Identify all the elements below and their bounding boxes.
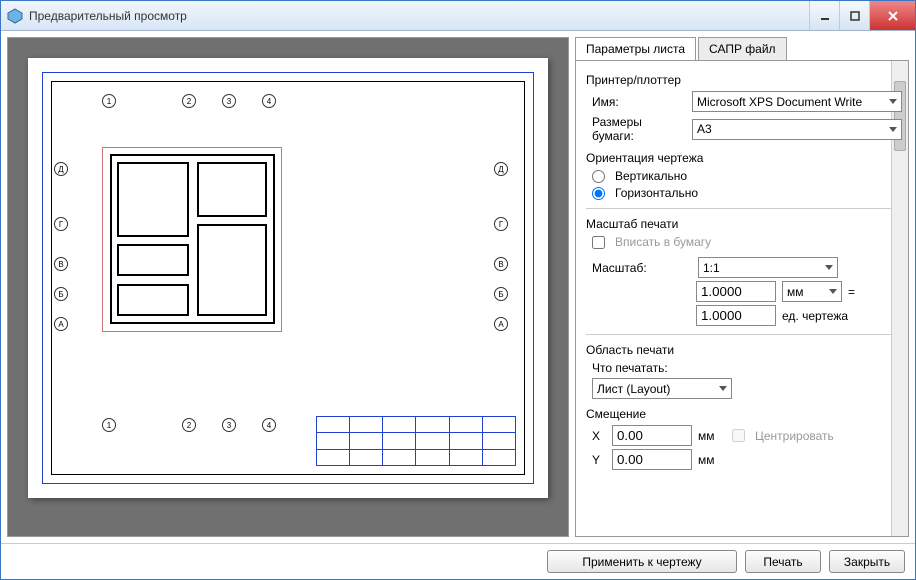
orientation-vertical-radio[interactable] [592,170,605,183]
fit-to-paper-label: Вписать в бумагу [615,235,711,249]
grid-marker: А [494,317,508,331]
bottom-bar: Применить к чертежу Печать Закрыть [1,543,915,579]
grid-marker: 4 [262,418,276,432]
orientation-section-label: Ориентация чертежа [586,151,902,165]
scale-section-label: Масштаб печати [586,217,902,231]
offset-section-label: Смещение [586,407,902,421]
grid-marker: 2 [182,94,196,108]
grid-marker: Б [494,287,508,301]
side-panel: Параметры листа САПР файл Принтер/плотте… [575,37,909,537]
tab-capr-file[interactable]: САПР файл [698,37,787,60]
window-controls [809,1,915,30]
title-block [316,416,516,466]
apply-button[interactable]: Применить к чертежу [547,550,737,573]
scale-denominator-input[interactable] [696,305,776,326]
close-button[interactable] [869,1,915,30]
paper-size-combo[interactable]: A3 [692,119,902,140]
grid-marker: Б [54,287,68,301]
print-preview-window: Предварительный просмотр 1 2 3 4 [0,0,916,580]
maximize-button[interactable] [839,1,869,30]
tabs: Параметры листа САПР файл [575,37,909,61]
offset-y-input[interactable] [612,449,692,470]
titlebar[interactable]: Предварительный просмотр [1,1,915,31]
scale-combo[interactable]: 1:1 [698,257,838,278]
offset-x-unit: мм [698,429,726,443]
printer-section-label: Принтер/плоттер [586,73,902,87]
grid-marker: Г [494,217,508,231]
offset-y-unit: мм [698,453,726,467]
drawing: 1 2 3 4 1 2 3 4 Д Г В [72,102,504,414]
close-dialog-button[interactable]: Закрыть [829,550,905,573]
grid-marker: В [494,257,508,271]
paper-preview: 1 2 3 4 1 2 3 4 Д Г В [28,58,548,498]
content-area: 1 2 3 4 1 2 3 4 Д Г В [1,31,915,543]
minimize-button[interactable] [809,1,839,30]
grid-marker: 3 [222,418,236,432]
what-to-plot-combo[interactable]: Лист (Layout) [592,378,732,399]
center-checkbox [732,429,745,442]
print-button[interactable]: Печать [745,550,821,573]
printer-name-combo[interactable]: Microsoft XPS Document Write [692,91,902,112]
orientation-horizontal-label: Горизонтально [615,186,698,200]
tab-sheet-params[interactable]: Параметры листа [575,37,696,60]
grid-marker: 1 [102,418,116,432]
drawing-units-label: ед. чертежа [782,309,852,323]
grid-marker: 4 [262,94,276,108]
scale-numerator-input[interactable] [696,281,776,302]
grid-marker: Д [494,162,508,176]
printer-name-label: Имя: [592,95,686,109]
equals-label: = [848,285,855,299]
separator [586,208,902,209]
grid-marker: Г [54,217,68,231]
app-icon [7,8,23,24]
paper-size-label: Размеры бумаги: [592,115,686,143]
window-title: Предварительный просмотр [29,9,809,23]
separator [586,334,902,335]
center-label: Центрировать [755,429,834,443]
offset-x-label: X [592,429,606,443]
grid-marker: 1 [102,94,116,108]
what-to-plot-label: Что печатать: [592,361,902,375]
preview-pane[interactable]: 1 2 3 4 1 2 3 4 Д Г В [7,37,569,537]
scale-label: Масштаб: [592,261,692,275]
grid-marker: 3 [222,94,236,108]
orientation-vertical-label: Вертикально [615,169,687,183]
scale-unit-combo[interactable]: мм [782,281,842,302]
grid-marker: 2 [182,418,196,432]
plot-area-section-label: Область печати [586,343,902,357]
panel-body: Принтер/плоттер Имя: Microsoft XPS Docum… [575,61,909,537]
offset-y-label: Y [592,453,606,467]
grid-marker: Д [54,162,68,176]
grid-marker: В [54,257,68,271]
grid-marker: А [54,317,68,331]
fit-to-paper-checkbox[interactable] [592,236,605,249]
orientation-horizontal-radio[interactable] [592,187,605,200]
offset-x-input[interactable] [612,425,692,446]
